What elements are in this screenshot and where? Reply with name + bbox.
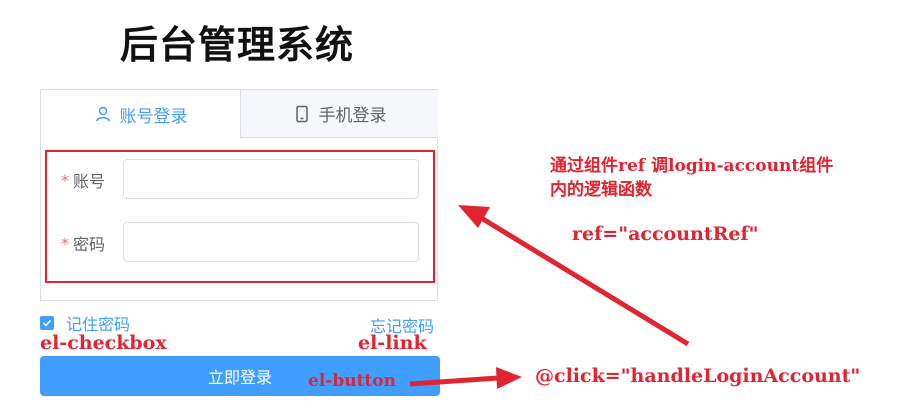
password-input[interactable] <box>123 222 419 262</box>
tab-phone-login-label: 手机登录 <box>318 106 387 126</box>
account-label: * 账号 <box>61 159 123 201</box>
user-icon <box>94 105 112 123</box>
required-star: * <box>61 233 69 253</box>
account-label-text: 账号 <box>73 172 106 191</box>
login-panel: 账号登录 手机登录 * 账号 * 密码 <box>40 89 438 301</box>
el-link-tag: el-link <box>358 332 427 354</box>
required-star: * <box>61 170 69 190</box>
ref-annotation: 通过组件ref 调login-account组件 内的逻辑函数 <box>550 154 833 202</box>
tab-phone-login[interactable]: 手机登录 <box>240 90 438 138</box>
ref-code-annotation: ref="accountRef" <box>572 223 759 245</box>
phone-icon <box>293 105 311 123</box>
click-arrowhead <box>496 367 522 389</box>
ref-annotation-line2: 内的逻辑函数 <box>550 180 652 200</box>
login-account-form: * 账号 * 密码 <box>45 150 435 283</box>
password-label: * 密码 <box>61 222 123 264</box>
el-checkbox-tag: el-checkbox <box>40 332 167 354</box>
tab-account-login-label: 账号登录 <box>119 106 188 127</box>
checkbox-checked-icon[interactable] <box>40 316 54 330</box>
page-title: 后台管理系统 <box>120 23 355 67</box>
ref-arrowhead <box>458 205 490 228</box>
password-form-item: * 密码 <box>47 222 433 264</box>
login-button-label: 立即登录 <box>207 368 272 387</box>
click-code-annotation: @click="handleLoginAccount" <box>535 365 861 387</box>
el-button-tag: el-button <box>308 371 396 391</box>
login-tabs: 账号登录 手机登录 <box>41 90 438 138</box>
ref-annotation-line1: 通过组件ref 调login-account组件 <box>550 156 834 176</box>
tab-account-login[interactable]: 账号登录 <box>41 90 240 138</box>
account-input[interactable] <box>123 159 419 199</box>
password-label-text: 密码 <box>73 235 106 254</box>
remember-password-checkbox[interactable]: 记住密码 <box>40 313 130 334</box>
account-form-item: * 账号 <box>47 159 433 201</box>
